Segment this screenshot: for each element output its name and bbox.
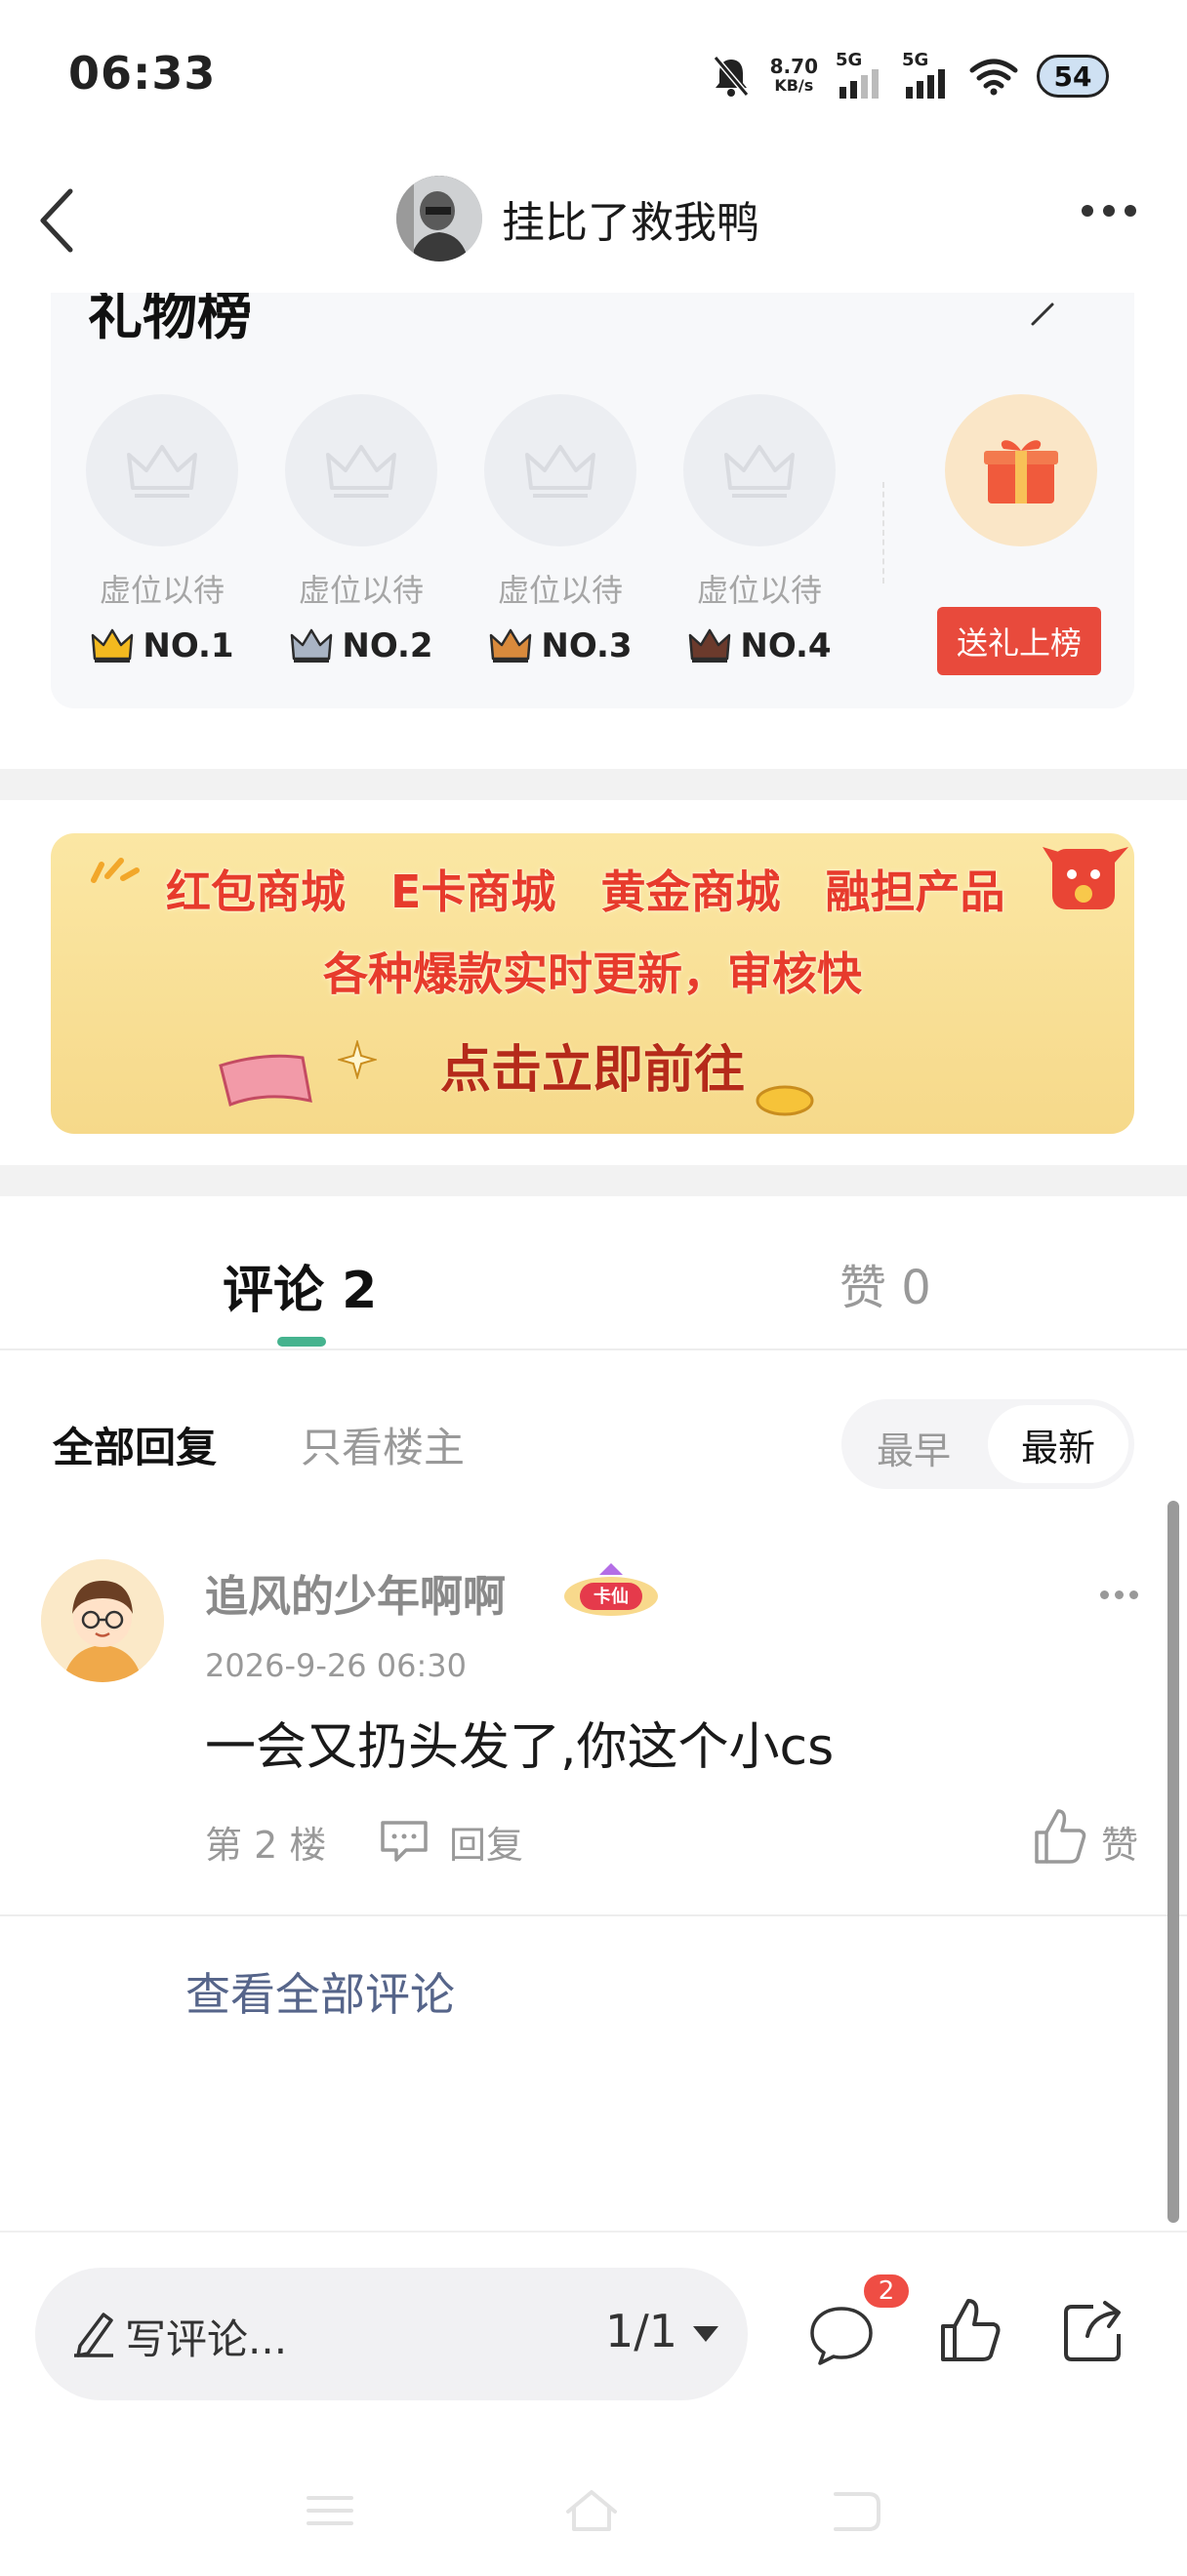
comment-icon[interactable] [806, 2303, 877, 2367]
slot-label: 虚位以待 [696, 572, 822, 609]
crown-icon [92, 628, 134, 663]
banner-cta[interactable]: 点击立即前往 [51, 1028, 1134, 1102]
comment-composer[interactable]: 写评论... 1/1 [35, 2268, 748, 2400]
back-nav-icon[interactable] [826, 2486, 884, 2535]
page-title: 挂比了救我鸭 [502, 198, 759, 248]
slot-label: 虚位以待 [99, 572, 225, 609]
slot-label: 虚位以待 [497, 572, 623, 609]
reply-filter: 全部回复 只看楼主 最早 最新 [0, 1386, 1187, 1495]
sort-toggle: 最早 最新 [841, 1399, 1134, 1489]
gift-list-card: 礼物榜 虚位以待 NO.1 虚位以待 NO.2 虚位以待 NO.3 虚位以待 N… [51, 293, 1134, 708]
crown-placeholder-icon [484, 394, 636, 546]
home-icon[interactable] [562, 2486, 621, 2535]
slot-rank: NO.3 [484, 626, 636, 665]
status-time: 06:33 [68, 47, 217, 100]
view-all-comments-link[interactable]: 查看全部评论 [185, 1959, 455, 2024]
sort-newest[interactable]: 最新 [988, 1405, 1128, 1483]
gift-slot[interactable]: 虚位以待 NO.2 [285, 394, 437, 665]
gift-slot[interactable]: 虚位以待 NO.4 [683, 394, 836, 665]
slot-rank: NO.4 [683, 626, 836, 665]
red-envelope-mascot-icon [1043, 847, 1128, 909]
slot-rank: NO.1 [86, 626, 238, 665]
banner-row1: 红包商城 E卡商城 黄金商城 融担产品 [166, 865, 1005, 918]
section-separator [0, 1165, 1187, 1196]
send-gift-button[interactable]: 送礼上榜 [937, 607, 1101, 675]
pen-icon [74, 2313, 113, 2357]
battery-icon: 54 [1037, 55, 1109, 98]
status-bar: 06:33 8.70 KB/s 5G 5G 54 [0, 0, 1187, 146]
crown-icon [291, 628, 333, 663]
sparkle-rays-icon [91, 858, 140, 883]
crown-icon [689, 628, 731, 663]
tab-likes[interactable]: 赞 0 [839, 1249, 931, 1317]
back-icon[interactable] [29, 183, 88, 258]
arrow-icon[interactable] [1029, 299, 1058, 328]
scrollbar[interactable] [1167, 1501, 1179, 2223]
page-indicator[interactable]: 1/1 [605, 2305, 677, 2357]
divider [882, 482, 884, 584]
signal-icon: 5G [902, 50, 951, 99]
tab-comments[interactable]: 评论 2 [223, 1249, 377, 1322]
avatar[interactable] [41, 1559, 164, 1682]
coin-icon [756, 1085, 814, 1116]
wifi-icon [969, 59, 1018, 96]
comment-more-icon[interactable] [1100, 1590, 1138, 1599]
gift-box-icon[interactable] [945, 394, 1097, 546]
gift-slot[interactable]: 虚位以待 NO.1 [86, 394, 238, 665]
comment-item: 追风的少年啊啊 卡仙 2026-9-26 06:30 一会又扔头发了,你这个小c… [0, 1522, 1187, 1916]
thumbs-up-icon[interactable] [1033, 1807, 1087, 1866]
more-icon[interactable] [1082, 205, 1136, 217]
comment-tabs: 评论 2 赞 0 [0, 1196, 1187, 1350]
section-separator [0, 769, 1187, 800]
comment-count-badge: 2 [861, 2272, 912, 2311]
promo-banner[interactable]: 红包商城 E卡商城 黄金商城 融担产品 各种爆款实时更新，审核快 点击立即前往 [51, 833, 1134, 1134]
comment-floor: 第 2 楼 [205, 1824, 327, 1867]
tab-indicator [277, 1337, 326, 1347]
reply-button[interactable]: 回复 [449, 1815, 523, 1869]
crown-placeholder-icon [86, 394, 238, 546]
comment-author[interactable]: 追风的少年啊啊 [205, 1561, 506, 1624]
chevron-down-icon[interactable] [691, 2322, 720, 2344]
crown-icon [490, 628, 532, 663]
filter-all-replies[interactable]: 全部回复 [53, 1415, 217, 1474]
signal-icon: 5G [836, 50, 884, 99]
menu-icon[interactable] [301, 2486, 359, 2535]
comment-text: 一会又扔头发了,你这个小cs [205, 1718, 835, 1777]
crown-placeholder-icon [285, 394, 437, 546]
like-button[interactable]: 赞 [1101, 1815, 1138, 1869]
gift-slot[interactable]: 虚位以待 NO.3 [484, 394, 636, 665]
sort-earliest[interactable]: 最早 [877, 1421, 951, 1474]
level-badge-text: 卡仙 [594, 1586, 629, 1607]
level-badge: 卡仙 [560, 1559, 662, 1620]
filter-owner-only[interactable]: 只看楼主 [301, 1415, 465, 1474]
system-nav-bar [0, 2469, 1187, 2553]
mute-bell-icon [713, 56, 749, 97]
thumbs-up-icon[interactable] [939, 2297, 1002, 2365]
banner-row2: 各种爆款实时更新，审核快 [323, 947, 862, 1000]
comment-input[interactable]: 写评论... [125, 2307, 287, 2366]
crown-placeholder-icon [683, 394, 836, 546]
gift-list-title: 礼物榜 [88, 293, 252, 347]
net-speed: 8.70 KB/s [769, 55, 818, 95]
slot-rank: NO.2 [285, 626, 437, 665]
status-icons: 8.70 KB/s 5G 5G 54 [710, 47, 1109, 105]
share-icon[interactable] [1058, 2297, 1126, 2365]
comment-time: 2026-9-26 06:30 [205, 1647, 467, 1684]
slot-label: 虚位以待 [298, 572, 424, 609]
avatar[interactable] [396, 176, 482, 262]
reply-icon[interactable] [377, 1817, 431, 1864]
